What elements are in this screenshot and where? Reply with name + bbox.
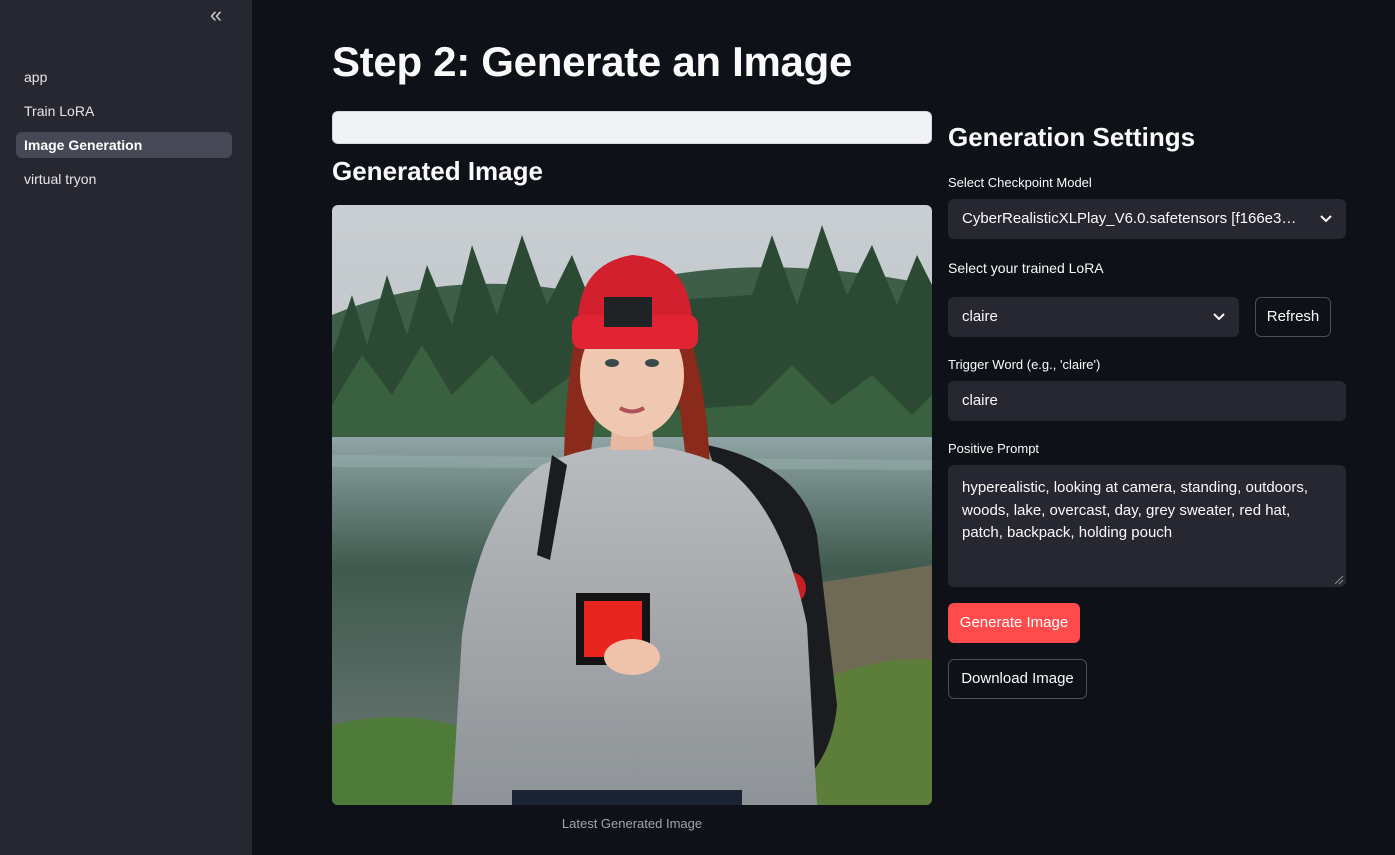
resize-handle-icon[interactable] [1334, 575, 1344, 585]
generated-image [332, 205, 932, 805]
sidebar: « app Train LoRA Image Generation virtua… [0, 0, 252, 855]
generated-image-heading: Generated Image [332, 156, 543, 186]
sidebar-item-image-generation[interactable]: Image Generation [16, 132, 232, 158]
status-box [332, 111, 932, 144]
sidebar-item-train-lora[interactable]: Train LoRA [16, 98, 232, 124]
trigger-word-label: Trigger Word (e.g., 'claire') [948, 357, 1101, 372]
checkpoint-label: Select Checkpoint Model [948, 175, 1092, 190]
chevron-down-icon [1320, 215, 1332, 223]
sidebar-nav: app Train LoRA Image Generation virtual … [16, 64, 232, 200]
download-image-button[interactable]: Download Image [948, 659, 1087, 699]
page-title: Step 2: Generate an Image [332, 38, 853, 85]
checkpoint-select[interactable]: CyberRealisticXLPlay_V6.0.safetensors [f… [948, 199, 1346, 239]
trigger-word-input[interactable]: claire [948, 381, 1346, 421]
image-caption: Latest Generated Image [561, 816, 703, 831]
chevron-down-icon [1213, 313, 1225, 321]
checkpoint-select-value: CyberRealisticXLPlay_V6.0.safetensors [f… [962, 210, 1302, 227]
lora-select[interactable]: claire [948, 297, 1239, 337]
sidebar-item-app[interactable]: app [16, 64, 232, 90]
collapse-sidebar-icon[interactable]: « [203, 4, 229, 27]
positive-prompt-text: hyperealistic, looking at camera, standi… [962, 479, 1309, 541]
generate-image-button[interactable]: Generate Image [948, 603, 1080, 643]
refresh-button[interactable]: Refresh [1255, 297, 1331, 337]
lora-select-value: claire [962, 308, 998, 325]
lora-label: Select your trained LoRA [948, 260, 1104, 276]
sidebar-item-virtual-tryon[interactable]: virtual tryon [16, 166, 232, 192]
settings-heading: Generation Settings [948, 122, 1196, 152]
positive-prompt-label: Positive Prompt [948, 441, 1040, 456]
positive-prompt-textarea[interactable]: hyperealistic, looking at camera, standi… [948, 465, 1346, 587]
